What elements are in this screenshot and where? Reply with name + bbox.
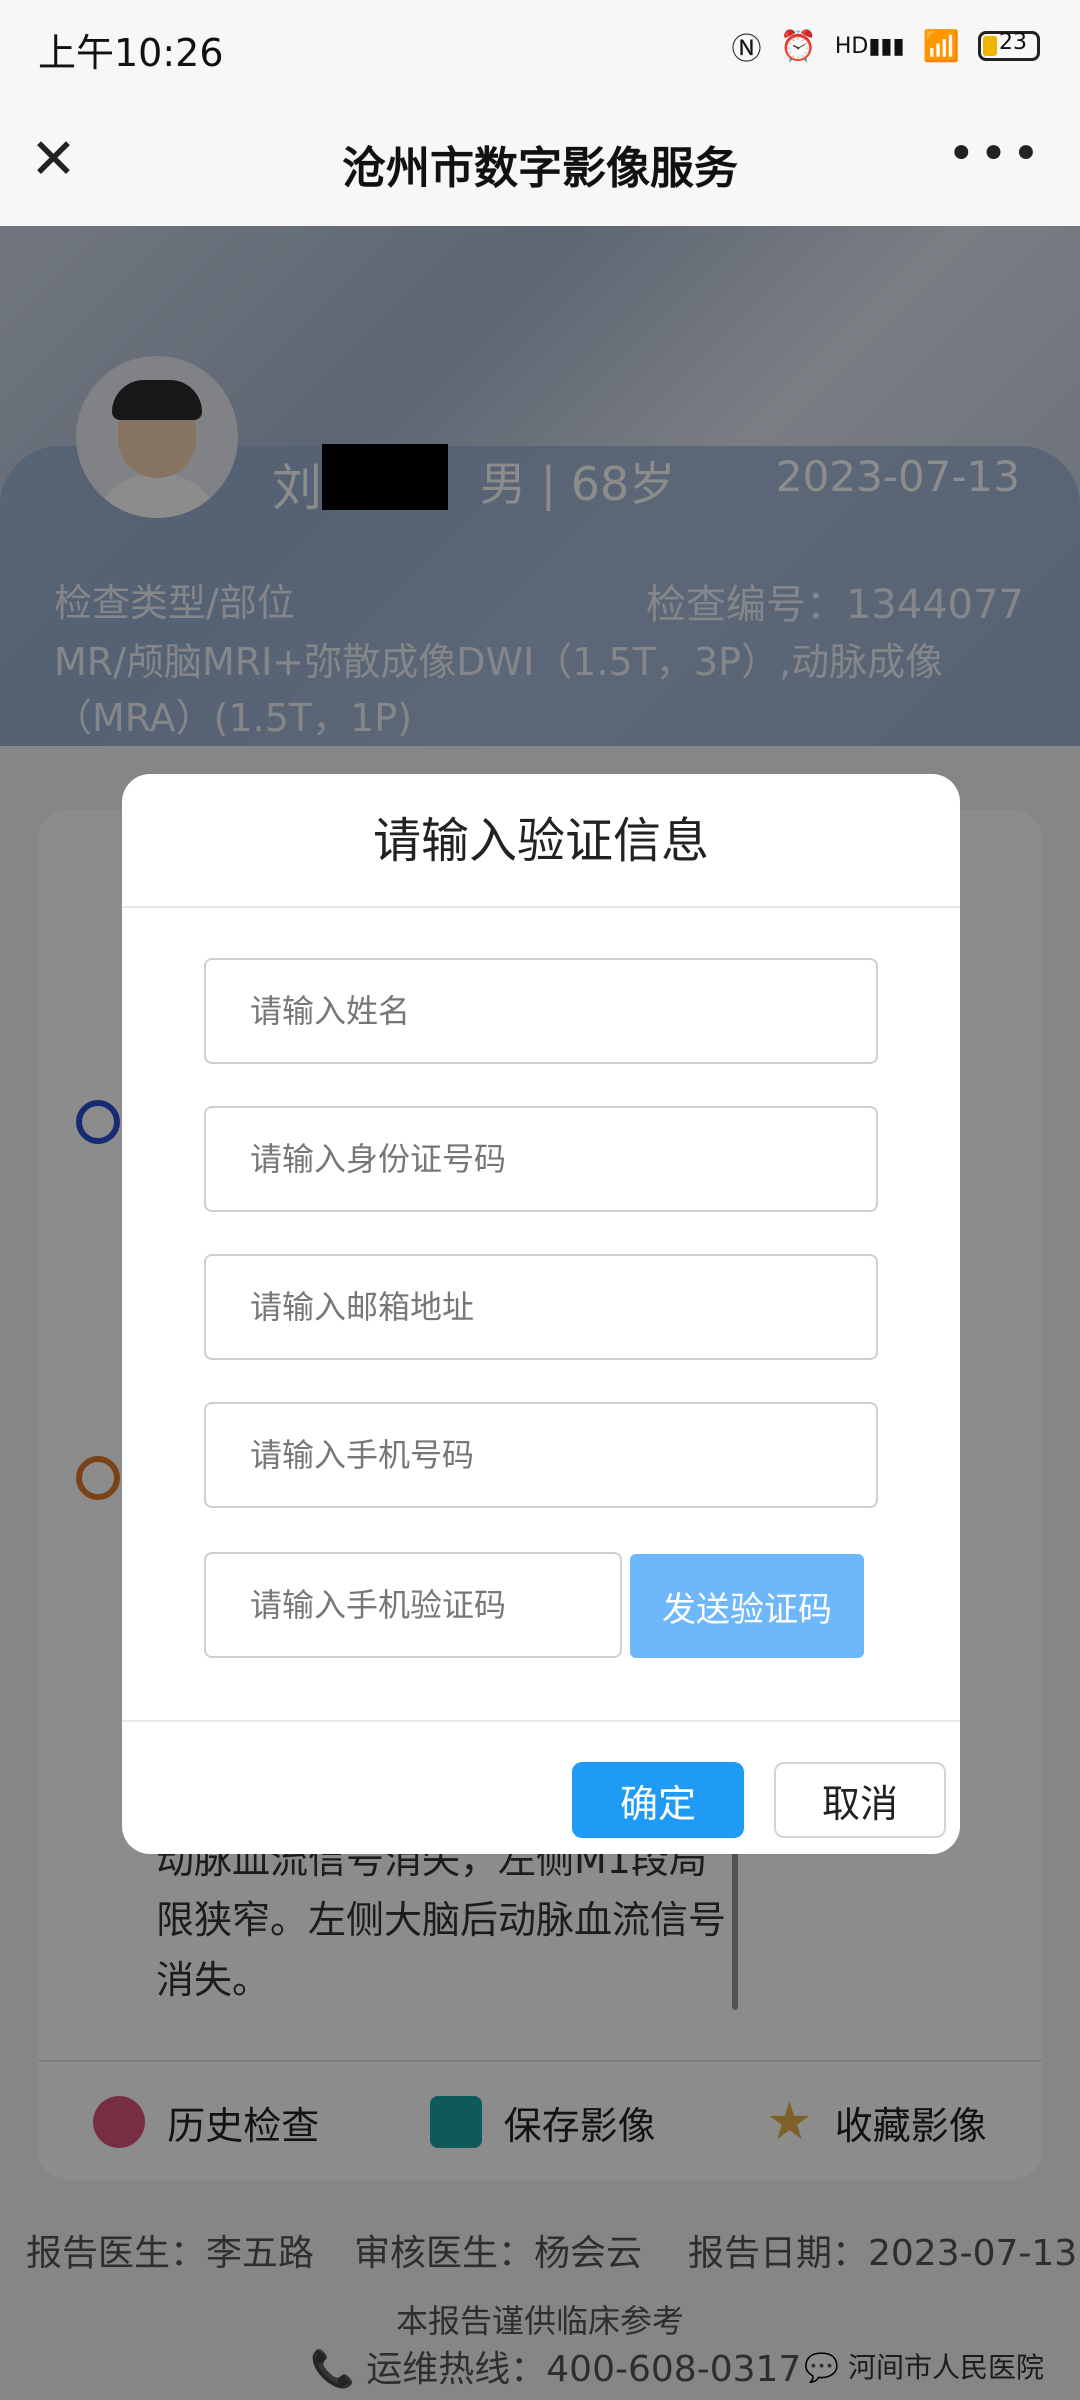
cancel-button[interactable]: 取消 [774,1762,946,1838]
send-code-button[interactable]: 发送验证码 [630,1554,864,1658]
battery-level: 23 [999,30,1027,55]
name-input[interactable] [204,958,878,1064]
battery-icon: 23 [978,30,1040,61]
id-number-input[interactable] [204,1106,878,1212]
page-title: 沧州市数字影像服务 [342,143,738,194]
dialog-divider [122,1720,960,1722]
email-input[interactable] [204,1254,878,1360]
more-options-icon[interactable]: ••• [947,126,1044,182]
alarm-icon: ⏰ [779,28,817,64]
signal-icon: HD▮▮▮ [834,33,905,59]
status-bar: 上午10:26 Ⓝ ⏰ HD▮▮▮ 📶 23 [0,0,1080,96]
nfc-icon: Ⓝ [731,32,762,67]
phone-input[interactable] [204,1402,878,1508]
status-time: 上午10:26 [38,31,224,75]
status-icons: Ⓝ ⏰ HD▮▮▮ 📶 23 [731,24,1040,68]
wifi-icon: 📶 [922,28,960,64]
dialog-title: 请输入验证信息 [122,774,960,908]
verification-dialog: 请输入验证信息 发送验证码 确定 取消 [122,774,960,1854]
title-bar: ✕ 沧州市数字影像服务 ••• [0,96,1080,226]
confirm-button[interactable]: 确定 [572,1762,744,1838]
network-type: HD [834,33,869,59]
verification-code-input[interactable] [204,1552,622,1658]
